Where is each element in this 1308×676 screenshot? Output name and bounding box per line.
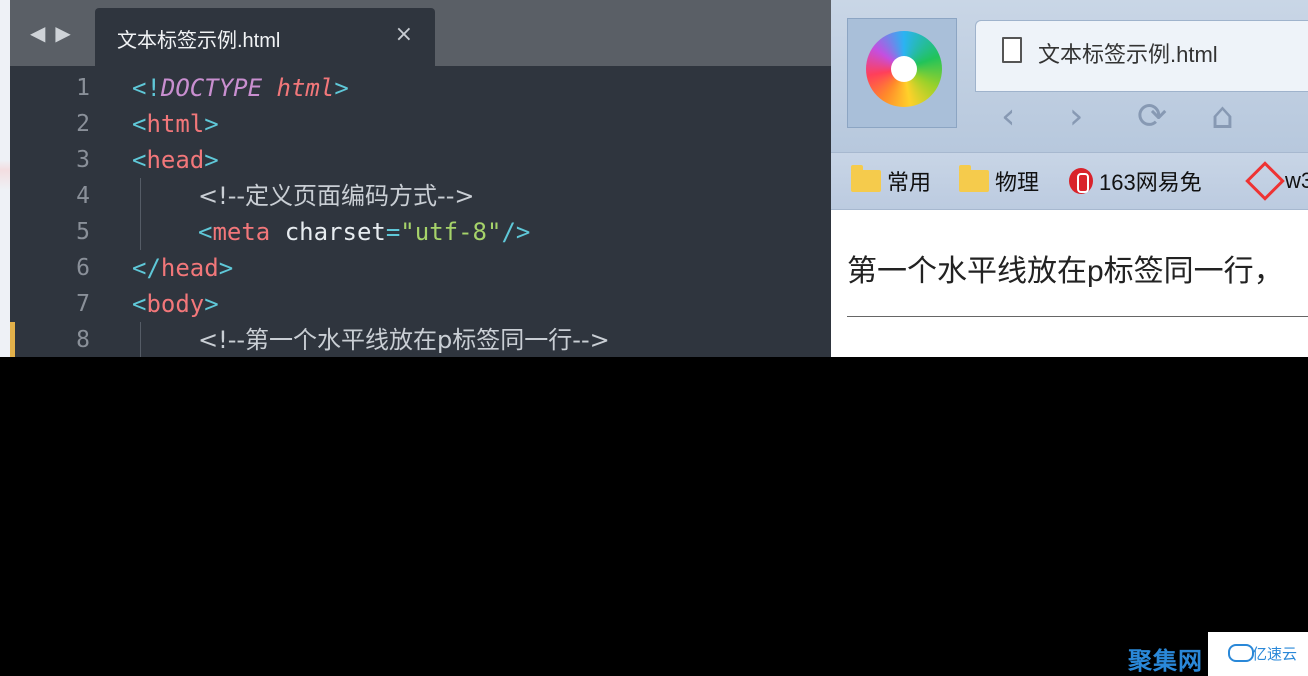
line-number: 7	[76, 291, 90, 317]
code-token: <	[198, 218, 213, 246]
code-line-1: 1 <!DOCTYPE html>	[10, 70, 831, 106]
code-token: head	[146, 146, 205, 174]
code-comment: <!--第一个水平线放在p标签同一行-->	[198, 326, 610, 354]
code-line-3: 3 <head>	[10, 142, 831, 178]
home-icon[interactable]: ⌂	[1211, 92, 1234, 142]
left-window-edge	[0, 0, 10, 357]
code-token: charset	[270, 218, 386, 246]
line-number: 1	[76, 75, 90, 101]
browser-tab-title: 文本标签示例.html	[1038, 42, 1218, 67]
nav-back-icon[interactable]: ◀	[30, 22, 45, 44]
watermark: 聚集网 亿速云	[1128, 632, 1308, 676]
code-token: =	[385, 218, 401, 246]
close-icon[interactable]: ×	[395, 22, 413, 47]
indent-guide	[140, 322, 141, 357]
bookmark-label: w3	[1285, 168, 1308, 193]
watermark-brand: 亿速云	[1252, 645, 1298, 663]
code-token: />	[501, 218, 531, 246]
bookmark-label: 163网易免	[1099, 170, 1202, 195]
code-line-7: 7 <body>	[10, 286, 831, 322]
code-token: head	[160, 254, 219, 282]
line-number: 2	[76, 111, 90, 137]
code-token: meta	[212, 218, 271, 246]
code-token: <	[132, 290, 147, 318]
bookmark-item[interactable]: 常用	[851, 165, 932, 195]
code-token: DOCTYPE	[160, 74, 263, 102]
code-line-4: 4 <!--定义页面编码方式-->	[10, 178, 831, 214]
code-token: "utf-8"	[400, 218, 502, 246]
code-token: </	[132, 254, 161, 282]
editor-tab-title: 文本标签示例.html	[117, 30, 281, 52]
code-area[interactable]: 1 <!DOCTYPE html> 2 <html> 3 <head> 4 <!…	[10, 70, 831, 357]
line-number: 6	[76, 255, 90, 281]
code-token: html	[276, 74, 335, 102]
browser-logo-button[interactable]	[847, 18, 957, 128]
browser-toolbar: 文本标签示例.html ‹ › ⟳ ⌂	[831, 0, 1308, 152]
screenshot-area: ◀ ▶ 文本标签示例.html × 1 <!DOCTYPE html> 2 <h…	[0, 0, 1308, 357]
bookmark-item[interactable]: w3	[1245, 161, 1308, 201]
indent-guide	[140, 178, 141, 214]
line-number: 4	[76, 183, 90, 209]
code-editor: ◀ ▶ 文本标签示例.html × 1 <!DOCTYPE html> 2 <h…	[0, 0, 831, 357]
code-line-8: 8 <!--第一个水平线放在p标签同一行-->	[10, 322, 831, 357]
code-token: >	[204, 146, 219, 174]
bookmarks-bar: 常用 物理 163网易免 w3	[831, 152, 1308, 210]
paragraph-text: 第一个水平线放在p标签同一行，	[847, 255, 1284, 288]
code-line-5: 5 <meta charset="utf-8"/>	[10, 214, 831, 250]
code-line-6: 6 </head>	[10, 250, 831, 286]
w3school-icon	[1245, 161, 1285, 201]
code-token: <!	[132, 74, 161, 102]
bookmark-item[interactable]: 物理	[959, 165, 1040, 195]
document-icon	[1002, 37, 1022, 63]
code-token: body	[146, 290, 205, 318]
horizontal-rule	[847, 316, 1308, 317]
code-line-2: 2 <html>	[10, 106, 831, 142]
code-token: <	[132, 110, 147, 138]
forward-icon[interactable]: ›	[1069, 92, 1083, 142]
folder-icon	[851, 165, 881, 192]
nav-forward-icon[interactable]: ▶	[55, 22, 70, 44]
cloud-logo-icon	[1228, 644, 1254, 662]
back-icon[interactable]: ‹	[1001, 92, 1015, 142]
bookmark-label: 物理	[995, 170, 1040, 195]
reload-icon[interactable]: ⟳	[1137, 92, 1167, 142]
watermark-text: 聚集网	[1128, 647, 1203, 675]
bookmark-item[interactable]: 163网易免	[1069, 167, 1202, 195]
code-token: html	[146, 110, 205, 138]
bookmark-label: 常用	[887, 170, 932, 195]
code-token: >	[218, 254, 234, 282]
browser-window: 文本标签示例.html ‹ › ⟳ ⌂ 常用 物理 163网易免 w3 第一个水…	[831, 0, 1308, 357]
browser-tab[interactable]: 文本标签示例.html	[975, 20, 1308, 92]
line-number: 3	[76, 147, 90, 173]
code-comment: <!--定义页面编码方式-->	[198, 182, 475, 210]
line-number: 5	[76, 219, 90, 245]
page-content: 第一个水平线放在p标签同一行，	[831, 210, 1308, 357]
editor-tab-active[interactable]: 文本标签示例.html ×	[95, 8, 435, 66]
browser-logo-icon	[866, 31, 942, 107]
netease-icon	[1069, 168, 1093, 194]
line-number: 8	[76, 327, 90, 353]
code-token: >	[204, 290, 219, 318]
editor-nav-arrows: ◀ ▶	[30, 22, 71, 44]
folder-icon	[959, 165, 989, 192]
code-token: >	[334, 74, 349, 102]
indent-guide	[140, 214, 141, 250]
code-token: >	[204, 110, 219, 138]
code-token: <	[132, 146, 147, 174]
